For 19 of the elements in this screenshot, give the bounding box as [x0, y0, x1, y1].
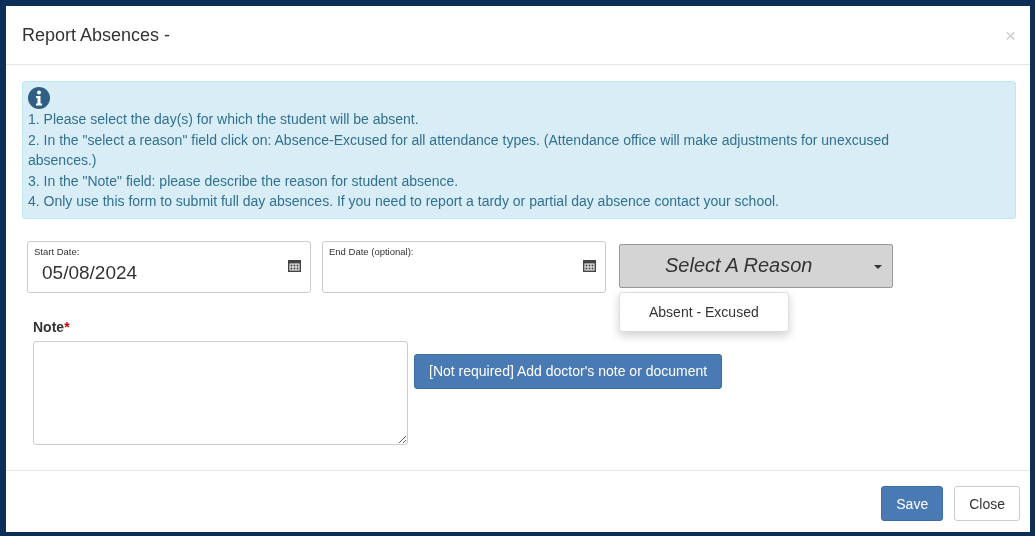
- note-field[interactable]: [33, 340, 408, 445]
- calendar-icon[interactable]: [583, 258, 596, 272]
- info-icon: [28, 87, 50, 109]
- instruction-text: 2. In the "select a reason" field click on: Absence-Excused for all attendance types. (Attendance office will make adjustments for unexcused absences.): [28, 130, 891, 170]
- date-field[interactable]: End Date (optional):: [322, 240, 606, 293]
- instruction-text: 4. Only use this form to submit full day absences. If you need to report a tardy or partial day absence contact your school.: [28, 192, 780, 211]
- caret-icon: [874, 264, 882, 269]
- close-button[interactable]: Close: [954, 486, 1020, 521]
- note-label: Note: [33, 318, 65, 335]
- instruction-text: 3. In the "Note" field: please describe the reason for student absence.: [28, 171, 460, 191]
- date-field[interactable]: Start Date: 05/08/2024: [27, 240, 311, 293]
- save-button[interactable]: Save: [881, 486, 944, 521]
- dialog-title: Report Absences -: [22, 24, 171, 46]
- calendar-icon[interactable]: [288, 258, 301, 272]
- instruction-text: 1. Please select the day(s) for which the student will be absent.: [28, 110, 420, 129]
- required-mark: *: [64, 318, 70, 335]
- upload-button[interactable]: [Not required] Add doctor's note or document: [414, 353, 723, 389]
- menu-item[interactable]: Absent - Excused: [620, 298, 788, 325]
- reason-dropdown[interactable]: Select A Reason: [619, 243, 893, 288]
